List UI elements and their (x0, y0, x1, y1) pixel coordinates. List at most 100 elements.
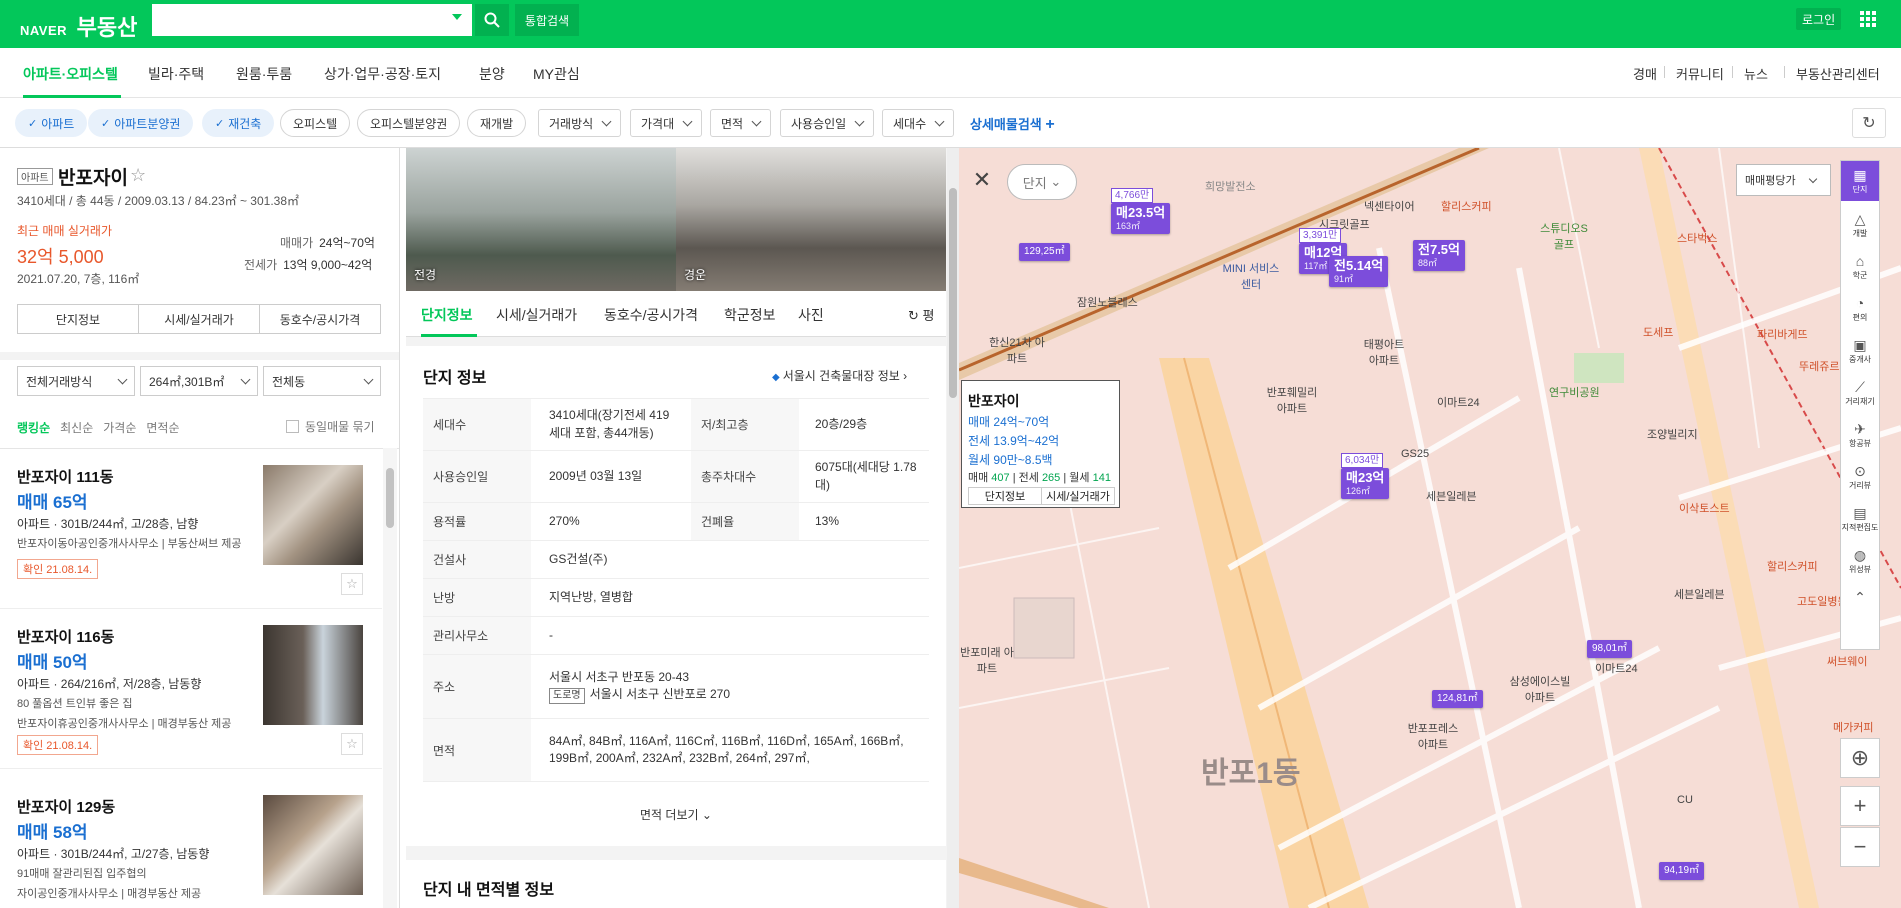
price-type-select[interactable]: 매매평당가 (1736, 164, 1831, 196)
tool-aerial[interactable]: ✈ 항공뷰 (1841, 415, 1879, 455)
zoom-in-button[interactable]: + (1840, 786, 1880, 826)
school-icon: ⌂ (1855, 252, 1865, 269)
nav-news[interactable]: 뉴스 (1744, 64, 1768, 83)
danji-label: 단지 (1022, 175, 1047, 191)
refresh-button[interactable]: ↻ (1852, 108, 1886, 138)
filter-trade-type[interactable]: 거래방식 (538, 109, 622, 137)
price-marker[interactable]: 전5.14억 91㎡ (1329, 256, 1389, 288)
price-marker[interactable]: 6,034만 매23억 126㎡ (1341, 453, 1390, 500)
complex-photo-exterior[interactable]: 전경 (406, 148, 676, 291)
search-input[interactable] (152, 4, 472, 36)
listing-item[interactable]: 반포자이 129동 매매 58억 아파트 · 301B/244㎡, 고/27층,… (0, 779, 382, 908)
info-value: 3410세대(장기전세 419세대 포함, 총44개동) (549, 408, 670, 440)
tool-convenience[interactable]: ◔ 편의 (1841, 289, 1879, 329)
tool-agent[interactable]: ▣ 중개사 (1841, 331, 1879, 371)
listing-photo[interactable] (263, 795, 363, 895)
tab-market-price[interactable]: 시세/실거래가 (496, 305, 577, 325)
price-marker[interactable]: 전7.5억 88㎡ (1413, 240, 1465, 272)
listing-favorite-star-icon[interactable]: ☆ (341, 733, 363, 755)
area-marker[interactable]: 129,25㎡ (1019, 243, 1070, 261)
list-filter-dong[interactable]: 전체동 (263, 366, 381, 396)
nav-presale[interactable]: 분양 (479, 64, 505, 84)
tool-school[interactable]: ⌂ 학군 (1841, 247, 1879, 287)
filter-chip-reconstruction[interactable]: 재건축 (202, 109, 275, 137)
nav-community[interactable]: 커뮤니티 (1676, 64, 1724, 83)
detail-search-button[interactable]: 상세매물검색 + (970, 114, 1055, 134)
filter-approval-date[interactable]: 사용승인일 (780, 109, 875, 137)
list-filter-trade-type[interactable]: 전체거래방식 (17, 366, 135, 396)
tool-development[interactable]: △ 개발 (1841, 205, 1879, 245)
tab-complex-info[interactable]: 단지정보 (421, 305, 473, 325)
close-icon[interactable]: ✕ (967, 167, 997, 192)
filter-chip-apartment-presale[interactable]: 아파트분양권 (88, 109, 194, 137)
nav-my-interest[interactable]: MY관심 (533, 64, 580, 84)
tool-cadastral[interactable]: ▤ 지적편집도 (1841, 499, 1879, 539)
popup-complex-info-button[interactable]: 단지정보 (969, 488, 1042, 504)
scrollbar-thumb[interactable] (386, 468, 394, 528)
listing-scrollbar[interactable] (383, 448, 397, 908)
price-marker[interactable]: 4,766만 매23.5억 163㎡ (1111, 188, 1171, 235)
tab-unit-public-price[interactable]: 동호수/공시가격 (604, 305, 698, 325)
naver-realestate-logo[interactable]: NAVER 부동산 (20, 10, 137, 42)
complex-photo-entrance[interactable]: 경운 (676, 148, 946, 291)
checkbox[interactable] (286, 420, 299, 433)
filter-area[interactable]: 면적 (710, 109, 772, 137)
list-filter-area[interactable]: 264㎡,301B㎡ (140, 366, 258, 396)
zoom-out-button[interactable]: − (1840, 827, 1880, 867)
nav-villa-house[interactable]: 빌라·주택 (148, 64, 204, 84)
filter-households[interactable]: 세대수 (882, 109, 955, 137)
apps-grid-icon[interactable] (1860, 11, 1876, 27)
search-dropdown-icon[interactable] (452, 14, 462, 20)
tool-measure[interactable]: ⟋ 거리재기 (1841, 373, 1879, 413)
nav-management-center[interactable]: 부동산관리센터 (1796, 64, 1880, 83)
sale-price-range: 매매가 24억~70억 (280, 234, 375, 251)
search-button[interactable] (475, 4, 509, 36)
nav-oneroom-tworoom[interactable]: 원룸·투룸 (236, 64, 292, 84)
nav-auction[interactable]: 경매 (1633, 64, 1657, 83)
group-same-listings-toggle[interactable]: 동일매물 묶기 (286, 418, 375, 435)
listing-photo[interactable] (263, 465, 363, 565)
favorite-star-icon[interactable]: ☆ (130, 165, 146, 186)
listing-item[interactable]: 반포자이 116동 매매 50억 아파트 · 264/216㎡, 저/28층, … (0, 609, 382, 769)
filter-chip-officetel[interactable]: 오피스텔 (280, 109, 351, 137)
toolbar-collapse[interactable]: ⌃ (1841, 583, 1879, 613)
agent-icon: ▣ (1853, 336, 1867, 353)
tab-market-price[interactable]: 시세/실거래가 (139, 305, 260, 333)
area-marker[interactable]: 98,01㎡ (1587, 640, 1633, 658)
listing-item[interactable]: 반포자이 111동 매매 65억 아파트 · 301B/244㎡, 고/28층,… (0, 449, 382, 609)
detail-scrollbar[interactable] (947, 148, 959, 908)
filter-chip-officetel-presale[interactable]: 오피스텔분양권 (357, 109, 461, 137)
tool-satellite[interactable]: ◍ 위성뷰 (1841, 541, 1879, 581)
sort-ranking[interactable]: 랭킹순 (17, 421, 50, 435)
area-marker[interactable]: 94,19㎡ (1659, 862, 1705, 880)
popup-market-price-button[interactable]: 시세/실거래가 (1042, 488, 1114, 504)
current-location-button[interactable]: ⊕ (1840, 738, 1880, 778)
tool-street-view[interactable]: ⊙ 거리뷰 (1841, 457, 1879, 497)
scrollbar-thumb[interactable] (949, 188, 957, 398)
tab-unit-public-price[interactable]: 동호수/공시가격 (260, 305, 380, 333)
danji-filter-pill[interactable]: 단지 ⌄ (1007, 164, 1077, 200)
tab-photos[interactable]: 사진 (798, 305, 824, 325)
listing-favorite-star-icon[interactable]: ☆ (341, 573, 363, 595)
tab-complex-info[interactable]: 단지정보 (18, 305, 139, 333)
tab-school-info[interactable]: 학군정보 (724, 305, 776, 325)
login-button[interactable]: 로그인 (1796, 8, 1842, 30)
nav-commercial-land[interactable]: 상가·업무·공장·토지 (324, 64, 441, 84)
filter-chip-redevelopment[interactable]: 재개발 (467, 109, 527, 137)
nav-apartment-officetel[interactable]: 아파트·오피스텔 (23, 64, 118, 84)
listing-photo[interactable] (263, 625, 363, 725)
area-marker[interactable]: 124,81㎡ (1432, 690, 1483, 708)
area-more-button[interactable]: 면적 더보기 ⌄ (406, 806, 946, 834)
tool-label: 지적편집도 (1841, 522, 1879, 532)
tool-danji[interactable]: ▦ 단지 (1841, 161, 1879, 201)
filter-chip-apartment[interactable]: 아파트 (15, 109, 88, 137)
filter-price[interactable]: 가격대 (630, 109, 703, 137)
sort-area[interactable]: 면적순 (146, 421, 179, 435)
building-ledger-link[interactable]: 서울시 건축물대장 정보 › (772, 367, 907, 384)
sort-price[interactable]: 가격순 (103, 421, 136, 435)
pyeong-toggle[interactable]: ↻ 평 (908, 305, 935, 324)
complex-map-popup[interactable]: 반포자이 매매 24억~70억 전세 13.9억~42억 월세 90만~8.5백… (961, 380, 1120, 508)
map-view[interactable]: 희망발전소 시크릿골프 넥센타이어 할리스커피 스튜디오S골프 스타벅스 MIN… (959, 148, 1901, 908)
combined-search-button[interactable]: 통합검색 (515, 4, 579, 36)
sort-latest[interactable]: 최신순 (60, 421, 93, 435)
